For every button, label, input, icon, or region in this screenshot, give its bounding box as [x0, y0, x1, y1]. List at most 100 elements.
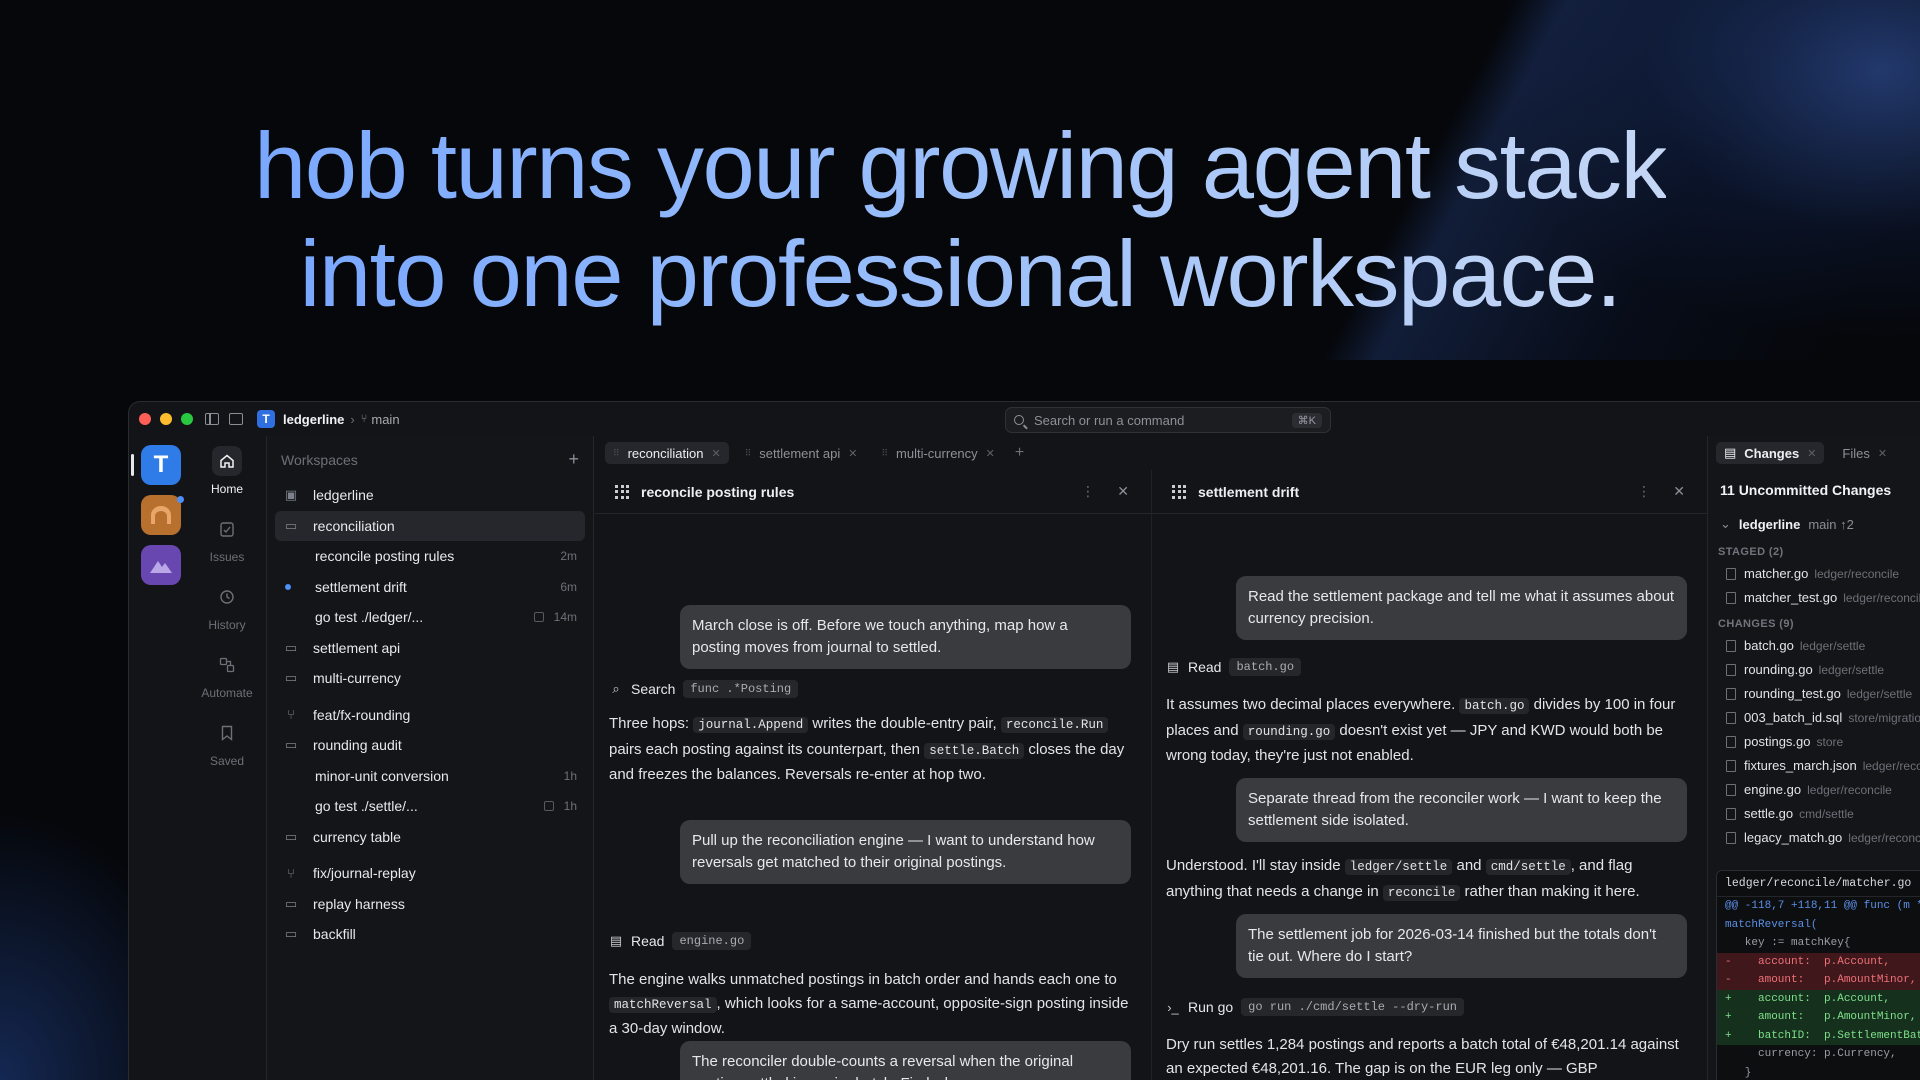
- more-options-icon[interactable]: ⋮: [1637, 483, 1651, 500]
- drag-handle-icon[interactable]: ⠿: [613, 448, 620, 459]
- file-icon: [1726, 831, 1736, 844]
- sidebar-item-currency-table[interactable]: ▭ currency table: [275, 822, 585, 853]
- tab-changes[interactable]: ▤ Changes ✕: [1716, 442, 1825, 464]
- hero-line-2: into one professional workspace.: [299, 221, 1622, 326]
- sidebar-item-settlement-drift[interactable]: settlement drift 6m: [275, 572, 585, 603]
- changed-file-row[interactable]: rounding.go ledger/settle: [1726, 662, 1884, 677]
- code-span: reconcile.Run: [1000, 717, 1109, 733]
- drag-handle-icon[interactable]: ⠿: [881, 448, 888, 459]
- tool-call-run[interactable]: ›_ Run go go run ./cmd/settle --dry-run: [1166, 998, 1464, 1016]
- bookmark-icon: [212, 718, 242, 748]
- changed-file-row[interactable]: batch.go ledger/settle: [1726, 638, 1865, 653]
- zoom-window-button[interactable]: [181, 413, 193, 425]
- changed-file-row[interactable]: rounding_test.go ledger/settle: [1726, 686, 1912, 701]
- nav-automate[interactable]: Automate: [195, 650, 259, 700]
- file-path: ledger/settle: [1818, 662, 1885, 677]
- close-tab-icon[interactable]: ✕: [711, 447, 720, 460]
- staged-file-row[interactable]: matcher_test.go ledger/reconcile: [1726, 590, 1920, 605]
- drag-handle-icon[interactable]: ⠿: [745, 448, 752, 459]
- pane-header: reconcile posting rules ⋮ ✕: [595, 470, 1151, 514]
- close-tab-icon[interactable]: ✕: [1878, 447, 1887, 460]
- minimize-window-button[interactable]: [160, 413, 172, 425]
- assistant-message: Three hops: journal.Append writes the do…: [609, 712, 1135, 787]
- shortcut-badge: ⌘K: [1291, 412, 1322, 428]
- close-pane-icon[interactable]: ✕: [1673, 483, 1685, 500]
- file-name: rounding.go: [1744, 662, 1813, 677]
- assistant-message: Dry run settles 1,284 postings and repor…: [1166, 1036, 1679, 1077]
- session-tabs: ⠿ reconciliation ✕ ⠿ settlement api ✕ ⠿ multi…: [595, 436, 1707, 470]
- tab-settlement-api[interactable]: ⠿ settlement api ✕: [737, 442, 866, 464]
- active-workspace-indicator: [131, 454, 134, 476]
- diff-viewer: ledger/reconcile/matcher.go @@ -118,7 +1…: [1716, 870, 1920, 1080]
- tool-name: Run go: [1188, 999, 1234, 1015]
- sidebar-item-minor-unit-conversion[interactable]: minor-unit conversion 1h: [275, 761, 585, 792]
- branch-icon: ⑂: [287, 707, 295, 723]
- workspace-mountain-icon[interactable]: [141, 545, 181, 585]
- toggle-panel-icon[interactable]: [229, 413, 243, 425]
- sidebar-item-go-test-ledger[interactable]: go test ./ledger/... 14m: [275, 602, 585, 633]
- sidebar-item-settlement-api[interactable]: ▭ settlement api: [275, 633, 585, 664]
- sidebar-item-multi-currency[interactable]: ▭ multi-currency: [275, 663, 585, 694]
- code-span: reconcile: [1382, 884, 1461, 901]
- nav-saved-label: Saved: [209, 754, 245, 768]
- code-span: journal.Append: [693, 717, 809, 733]
- more-options-icon[interactable]: ⋮: [1081, 483, 1095, 500]
- sidebar-item-fix-journal-replay[interactable]: ⑂ fix/journal-replay: [275, 858, 585, 889]
- close-pane-icon[interactable]: ✕: [1117, 483, 1129, 500]
- nav-issues[interactable]: Issues: [195, 514, 259, 564]
- sidebar-item-rounding-audit[interactable]: ▭ rounding audit: [275, 730, 585, 761]
- changed-file-row[interactable]: settle.go cmd/settle: [1726, 806, 1854, 821]
- repo-row[interactable]: ⌄ ledgerline main ↑2: [1720, 516, 1854, 532]
- toggle-sidebar-icon[interactable]: [205, 413, 219, 425]
- close-tab-icon[interactable]: ✕: [986, 447, 995, 460]
- repo-icon: ▣: [284, 487, 298, 503]
- project-name[interactable]: ledgerline: [283, 412, 344, 427]
- sidebar-item-feat-fx-rounding[interactable]: ⑂ feat/fx-rounding: [275, 700, 585, 731]
- hero-line-1: hob turns your growing agent stack: [253, 113, 1668, 218]
- sidebar-item-label: feat/fx-rounding: [313, 706, 411, 723]
- branch-name[interactable]: main: [371, 412, 399, 427]
- nav-history-label: History: [208, 618, 246, 632]
- changed-file-row[interactable]: fixtures_march.json ledger/reconcile: [1726, 758, 1920, 773]
- changed-file-row[interactable]: legacy_match.go ledger/reconcile: [1726, 830, 1920, 845]
- sidebar-item-reconcile-posting-rules[interactable]: reconcile posting rules 2m: [275, 541, 585, 572]
- nav-saved[interactable]: Saved: [195, 718, 259, 768]
- tool-call-read[interactable]: ▤ Read batch.go: [1166, 658, 1302, 676]
- close-window-button[interactable]: [139, 413, 151, 425]
- workspace-t-icon[interactable]: T: [141, 445, 181, 485]
- close-tab-icon[interactable]: ✕: [848, 447, 857, 460]
- staged-file-row[interactable]: matcher.go ledger/reconcile: [1726, 566, 1899, 581]
- file-path: store: [1816, 734, 1844, 749]
- sidebar-item-ledgerline[interactable]: ▣ ledgerline: [275, 480, 585, 511]
- tool-call-search[interactable]: ⌕ Search func .*Posting: [609, 680, 799, 698]
- nav-home[interactable]: Home: [195, 446, 259, 496]
- tab-label: reconciliation: [627, 445, 704, 461]
- changed-file-row[interactable]: 003_batch_id.sql store/migrations: [1726, 710, 1920, 725]
- sidebar-item-label: reconcile posting rules: [315, 548, 455, 565]
- sidebar-item-reconciliation[interactable]: ▭ reconciliation: [275, 510, 585, 541]
- add-workspace-icon[interactable]: +: [568, 450, 579, 468]
- sidebar-item-go-test-settle[interactable]: go test ./settle/... 1h: [275, 791, 585, 822]
- changed-file-row[interactable]: postings.go store: [1726, 734, 1843, 749]
- tab-multi-currency[interactable]: ⠿ multi-currency ✕: [873, 442, 1002, 464]
- folder-icon: ▭: [284, 926, 298, 942]
- pane-settlement-drift: settlement drift ⋮ ✕ Read the settlement…: [1152, 470, 1707, 1080]
- conversation: March close is off. Before we touch anyt…: [595, 514, 1151, 1080]
- changes-section-label: CHANGES (9): [1718, 618, 1794, 630]
- workspace-arch-icon[interactable]: [141, 495, 181, 535]
- close-tab-icon[interactable]: ✕: [1807, 447, 1816, 460]
- nav-history[interactable]: History: [195, 582, 259, 632]
- assistant-text: It assumes two decimal places everywhere…: [1166, 696, 1460, 713]
- assistant-text: and: [1452, 857, 1486, 874]
- tool-call-read[interactable]: ▤ Read engine.go: [609, 932, 752, 950]
- tab-reconciliation[interactable]: ⠿ reconciliation ✕: [605, 442, 729, 464]
- chevron-down-icon[interactable]: ⌄: [1720, 516, 1731, 532]
- file-icon: [1726, 639, 1736, 652]
- add-tab-icon[interactable]: +: [1015, 444, 1024, 462]
- folder-open-icon: ▭: [284, 517, 298, 533]
- tab-files[interactable]: Files ✕: [1834, 442, 1895, 464]
- command-search[interactable]: Search or run a command ⌘K: [1005, 407, 1331, 433]
- sidebar-item-replay-harness[interactable]: ▭ replay harness: [275, 889, 585, 920]
- sidebar-item-backfill[interactable]: ▭ backfill: [275, 919, 585, 950]
- changed-file-row[interactable]: engine.go ledger/reconcile: [1726, 782, 1892, 797]
